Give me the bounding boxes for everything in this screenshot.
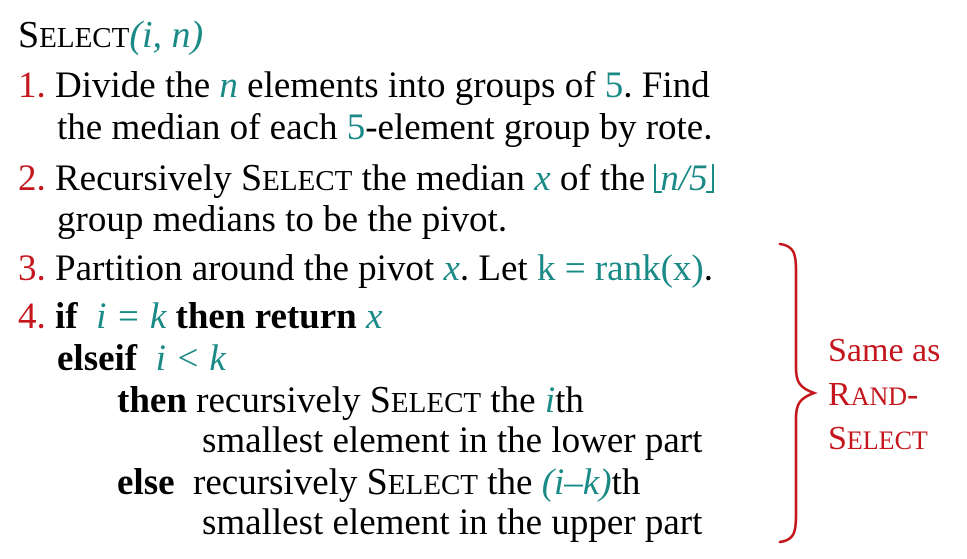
note-rand-rest: AND <box>850 382 908 411</box>
step1-text-b: elements into groups of <box>237 65 605 106</box>
else-text-c: th <box>611 462 641 503</box>
step2-text-a: Recursively <box>55 158 241 199</box>
step3-rank-expression: k = rank(x) <box>536 248 704 289</box>
step2-text-c: of the <box>550 158 655 199</box>
step2-select-rest: ELECT <box>262 165 353 197</box>
step1-number: 1. <box>18 65 46 106</box>
step3-text-a: Partition around the pivot <box>55 248 444 289</box>
keyword-elseif: elseif <box>57 338 138 379</box>
note-dash: - <box>907 376 919 413</box>
step1-text-c: . Find <box>623 65 710 106</box>
step4-else-line2: smallest element in the upper part <box>202 504 702 541</box>
keyword-return: return <box>254 296 357 337</box>
then-line2-text: smallest element in the lower part <box>202 420 703 461</box>
else-text-a: recursively <box>174 462 367 503</box>
note-line2: RAND- <box>828 378 918 412</box>
then-text-c: th <box>555 380 584 421</box>
condition-i-less-k: i < k <box>155 338 226 379</box>
then-text-b: the <box>481 380 545 421</box>
step2-select-first: S <box>240 157 263 199</box>
title-select-rest: ELECT <box>39 22 130 54</box>
step3-text-c: . <box>703 248 713 289</box>
step2-text-b: the median <box>352 158 535 199</box>
step3-line1: 3. Partition around the pivot x. Let k =… <box>18 250 713 287</box>
else-line2-text: smallest element in the upper part <box>202 502 703 543</box>
note-rand-first: R <box>828 376 851 413</box>
step3-text-b: . Let <box>459 248 537 289</box>
step1-line2-a: the median of each <box>57 107 347 148</box>
then-i: i <box>544 380 556 421</box>
step1-five2: 5 <box>346 107 366 148</box>
title-args: (i, n) <box>129 14 204 56</box>
note-line3: SELECT <box>828 422 928 456</box>
step2-line2-text: group medians to be the pivot. <box>57 199 508 240</box>
note-same-as: Same as <box>828 332 941 369</box>
condition-i-equals-k: i = k <box>96 296 167 337</box>
step2-line2: group medians to be the pivot. <box>57 201 507 238</box>
step1-line2-b: -element group by rote. <box>365 107 713 148</box>
keyword-then: then <box>175 296 246 337</box>
step1-line2: the median of each 5-element group by ro… <box>57 109 712 146</box>
then-select-rest: ELECT <box>390 387 482 419</box>
step4-then-line2: smallest element in the lower part <box>202 422 702 459</box>
step1-text-a: Divide the <box>55 65 220 106</box>
step1-n: n <box>219 65 238 106</box>
floor-n-over-5: n/5 <box>654 160 714 197</box>
else-select-first: S <box>366 461 388 503</box>
keyword-else: else <box>117 462 175 503</box>
step2-number: 2. <box>18 158 46 199</box>
then-select-first: S <box>369 379 391 421</box>
step4-number: 4. <box>18 296 46 337</box>
step2-line1: 2. Recursively SELECT the median x of th… <box>18 159 714 197</box>
else-select-rest: ELECT <box>387 469 478 501</box>
step4-line2: elseif i < k <box>57 340 226 377</box>
step4-else-line: else recursively SELECT the (i–k)th <box>117 463 640 501</box>
step1-five: 5 <box>604 65 624 106</box>
curly-brace-icon <box>778 242 818 544</box>
step4-line1: 4. if i = k then return x <box>18 298 382 335</box>
return-x: x <box>366 296 383 337</box>
note-select-first: S <box>828 420 847 457</box>
algorithm-title: SELECT(i, n) <box>18 16 203 54</box>
note-line1: Same as <box>828 334 940 368</box>
step1-line1: 1. Divide the n elements into groups of … <box>18 67 710 104</box>
step4-then-line: then recursively SELECT the ith <box>117 381 584 419</box>
keyword-if: if <box>55 296 78 337</box>
step3-x: x <box>443 248 460 289</box>
else-i-minus-k: (i–k) <box>541 462 612 503</box>
then-text-a: recursively <box>186 380 370 421</box>
keyword-then-2: then <box>117 380 187 421</box>
step2-x: x <box>534 158 551 199</box>
else-text-b: the <box>478 462 542 503</box>
title-select-first: S <box>18 14 40 56</box>
step3-number: 3. <box>18 248 46 289</box>
note-select-rest: ELECT <box>846 426 928 455</box>
